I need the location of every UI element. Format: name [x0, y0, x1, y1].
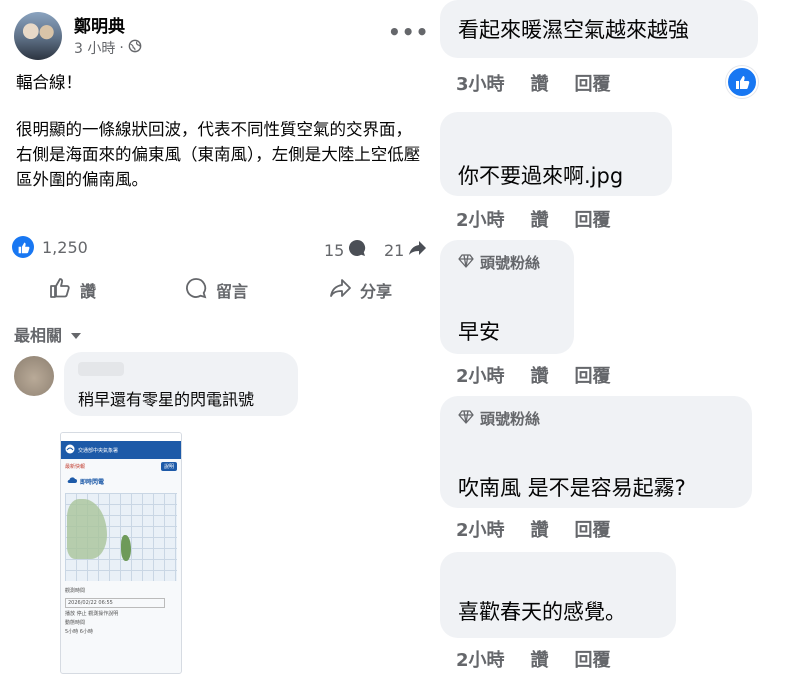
diamond-icon: [458, 409, 474, 428]
screenshot-title: 即時閃電: [61, 473, 181, 489]
comment-like-link[interactable]: 讚: [531, 516, 549, 542]
comment-meta: 2小時 讚 回覆: [456, 362, 611, 388]
author-name[interactable]: 鄭明典: [74, 12, 125, 37]
screenshot-form: 觀測時間 2026/02/22 06:55 播放 停止 觀測操作說明 動態時間 …: [65, 587, 177, 637]
comment-meta: 2小時 讚 回覆: [456, 516, 611, 542]
globe-icon: [128, 39, 142, 57]
share-button[interactable]: 分享: [288, 272, 432, 308]
play-label: 播放: [65, 611, 76, 617]
date-value: 2026/02/22 06:55: [65, 598, 165, 608]
controls-row: 播放 停止 觀測操作說明: [65, 610, 177, 619]
comment-text: 你不要過來啊.jpg: [458, 164, 624, 188]
screenshot-title-text: 即時閃電: [80, 478, 105, 486]
comment-like-reaction-icon[interactable]: [726, 66, 758, 98]
comment-icon: [184, 276, 208, 304]
comment-bubble: 喜歡春天的感覺。: [440, 552, 676, 638]
comment-count[interactable]: 15: [324, 238, 367, 262]
cwa-logo-icon: [65, 444, 75, 456]
lightning-map: [65, 493, 177, 581]
like-label: 讚: [79, 282, 96, 301]
mode-label: 觀測操作說明: [88, 611, 119, 617]
commenter-avatar[interactable]: [14, 356, 54, 396]
fan-label: 頭號粉絲: [480, 254, 541, 272]
comment-time[interactable]: 2小時: [456, 516, 505, 542]
comment-count-value: 15: [324, 240, 345, 260]
comment-sort-dropdown[interactable]: 最相關: [14, 322, 82, 346]
comment-like-link[interactable]: 讚: [531, 646, 549, 672]
attached-screenshot[interactable]: 交通部中央氣象署 最新快報 說明 即時閃電 觀測時間 2026/02/22 06…: [60, 432, 182, 674]
post-paragraph: 很明顯的一條線狀回波，代表不同性質空氣的交界面，右側是海面來的偏東風（東南風），…: [16, 120, 421, 189]
screenshot-tab-right: 說明: [160, 461, 177, 471]
comment-button[interactable]: 留言: [144, 272, 288, 308]
redacted-name: [78, 362, 124, 376]
like-reaction-icon[interactable]: [12, 236, 34, 258]
post-meta: 3 小時 ·: [74, 38, 142, 58]
comment-like-link[interactable]: 讚: [531, 362, 549, 388]
comment-bubble: 看起來暖濕空氣越來越強: [440, 0, 758, 58]
comment-bubble-icon: [347, 238, 367, 262]
share-icon: [328, 276, 352, 304]
share-arrow-icon: [407, 238, 427, 262]
comment-reply-link[interactable]: 回覆: [575, 516, 611, 542]
comment-text: 看起來暖濕空氣越來越強: [458, 18, 689, 42]
cwa-header: 交通部中央氣象署: [61, 441, 181, 459]
like-button[interactable]: 讚: [0, 272, 144, 308]
comment-text: 喜歡春天的感覺。: [458, 600, 626, 624]
screenshot-tab-left: 最新快報: [65, 463, 86, 470]
comment-bubble: 頭號粉絲 早安: [440, 240, 574, 354]
screenshot-tabs: 最新快報 說明: [61, 459, 181, 473]
comment-text: 吹南風 是不是容易起霧?: [458, 476, 686, 500]
post-headline: 輻合線！: [16, 73, 82, 92]
interval-label: 動態時間: [65, 620, 86, 626]
stop-label: 停止: [76, 611, 87, 617]
post-body: 輻合線！ 很明顯的一條線狀回波，代表不同性質空氣的交界面，右側是海面來的偏東風（…: [16, 70, 426, 214]
share-count[interactable]: 21: [384, 238, 427, 262]
top-fan-badge: 頭號粉絲: [458, 252, 540, 273]
comment-reply-link[interactable]: 回覆: [575, 362, 611, 388]
post-time[interactable]: 3 小時: [74, 38, 115, 58]
cloud-icon: [67, 476, 77, 486]
comment-label: 留言: [215, 282, 248, 301]
more-options-button[interactable]: •••: [388, 20, 429, 44]
option-1: 5小時: [65, 629, 79, 635]
diamond-icon: [458, 253, 474, 272]
sort-label: 最相關: [14, 326, 63, 345]
comment-bubble: 稍早還有零星的閃電訊號: [64, 352, 298, 416]
comment-reply-link[interactable]: 回覆: [575, 70, 611, 96]
comment-time[interactable]: 3小時: [456, 70, 505, 96]
phone-status-bar: [61, 433, 181, 441]
chevron-down-icon: [70, 325, 82, 344]
taiwan-shape: [121, 535, 131, 561]
option-2: 6小時: [79, 629, 93, 635]
comment-bubble: 你不要過來啊.jpg: [440, 112, 672, 196]
comment-text: 稍早還有零星的閃電訊號: [78, 390, 255, 409]
fan-label: 頭號粉絲: [480, 410, 541, 428]
mainland-shape: [67, 499, 107, 559]
comment-meta: 2小時 讚 回覆: [456, 206, 611, 232]
comment-text: 早安: [458, 320, 500, 344]
top-fan-badge: 頭號粉絲: [458, 408, 540, 429]
comment-time[interactable]: 2小時: [456, 206, 505, 232]
author-avatar[interactable]: [14, 12, 62, 60]
comment-bubble: 頭號粉絲 吹南風 是不是容易起霧?: [440, 396, 752, 508]
comment-time[interactable]: 2小時: [456, 362, 505, 388]
share-count-value: 21: [384, 240, 405, 260]
comment-reply-link[interactable]: 回覆: [575, 646, 611, 672]
comment-time[interactable]: 2小時: [456, 646, 505, 672]
comment-meta: 2小時 讚 回覆: [456, 646, 611, 672]
cwa-agency: 交通部中央氣象署: [78, 447, 119, 454]
post-actions: 讚 留言 分享: [0, 272, 432, 308]
comments-panel: 看起來暖濕空氣越來越強 3小時 讚 回覆 你不要過來啊.jpg 2小時 讚 回覆…: [436, 0, 800, 672]
meta-separator: ·: [119, 40, 124, 56]
comment-meta: 3小時 讚 回覆: [456, 70, 611, 96]
date-label: 觀測時間: [65, 588, 86, 594]
comment-like-link[interactable]: 讚: [531, 70, 549, 96]
post-panel: 鄭明典 3 小時 · ••• 輻合線！ 很明顯的一條線狀回波，代表不同性質空氣的…: [0, 0, 432, 674]
reaction-count[interactable]: 1,250: [42, 238, 88, 257]
comment-reply-link[interactable]: 回覆: [575, 206, 611, 232]
comment-like-link[interactable]: 讚: [531, 206, 549, 232]
like-icon: [48, 276, 72, 304]
share-label: 分享: [359, 282, 392, 301]
interval-options: 5小時 6小時: [65, 628, 177, 637]
